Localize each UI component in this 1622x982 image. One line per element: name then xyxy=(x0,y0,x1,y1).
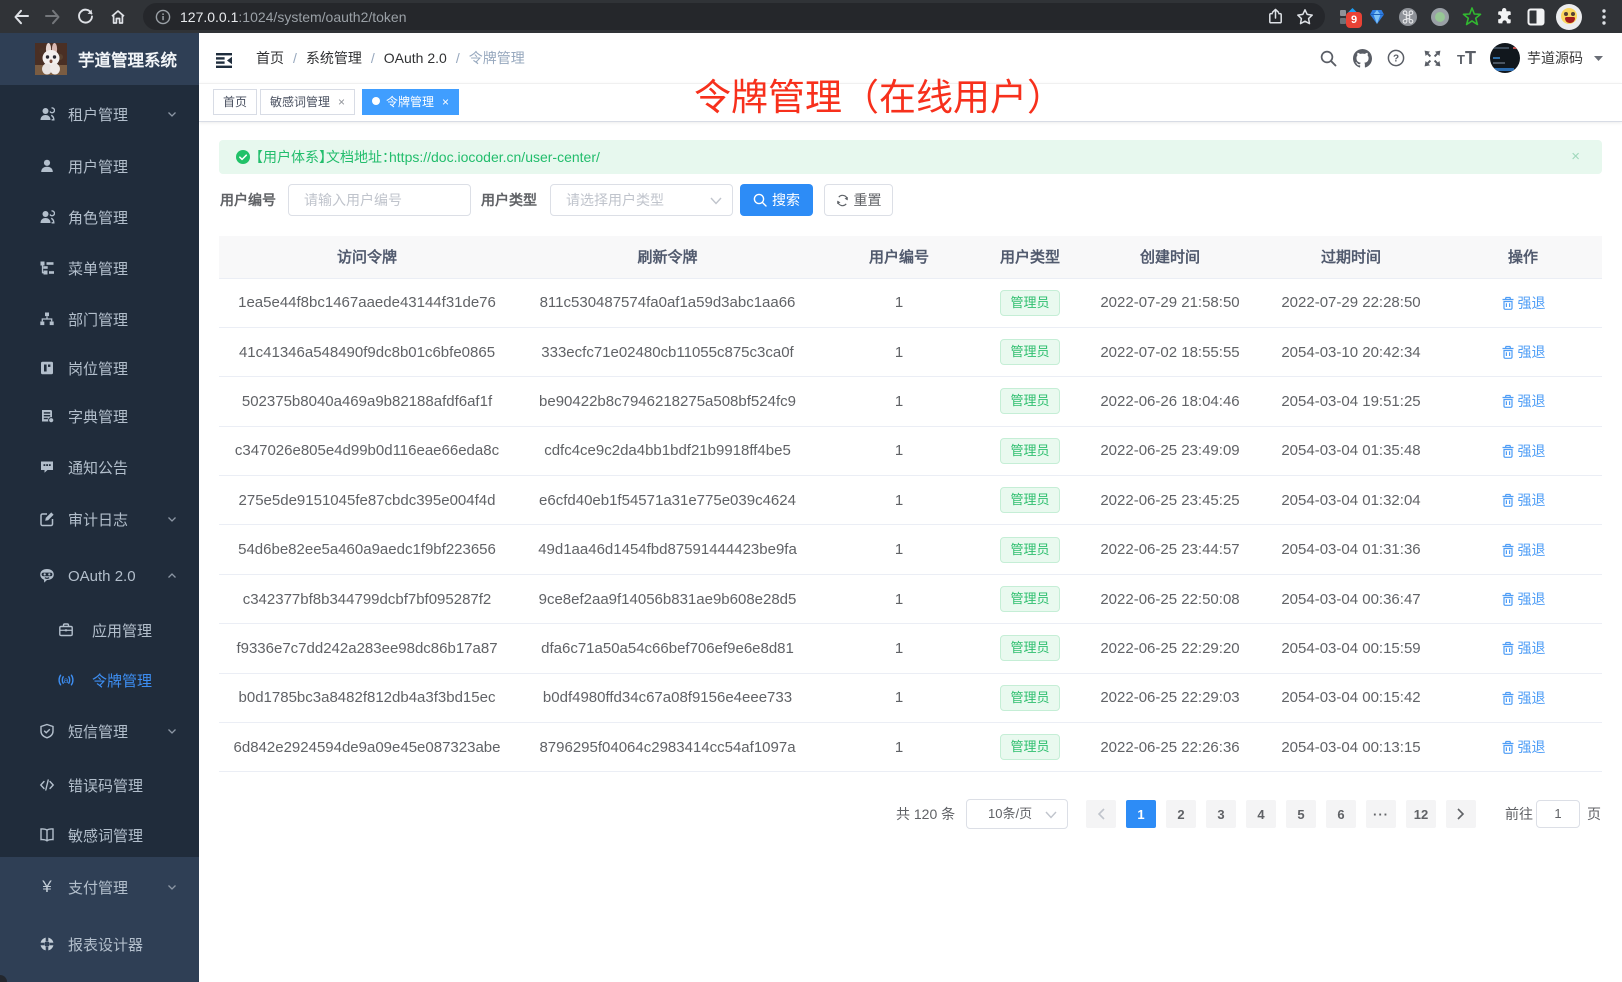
svg-text:T: T xyxy=(1465,49,1476,67)
svg-text:a: a xyxy=(64,675,69,685)
svg-text:T: T xyxy=(1457,52,1465,67)
svg-text:?: ? xyxy=(1393,54,1399,65)
